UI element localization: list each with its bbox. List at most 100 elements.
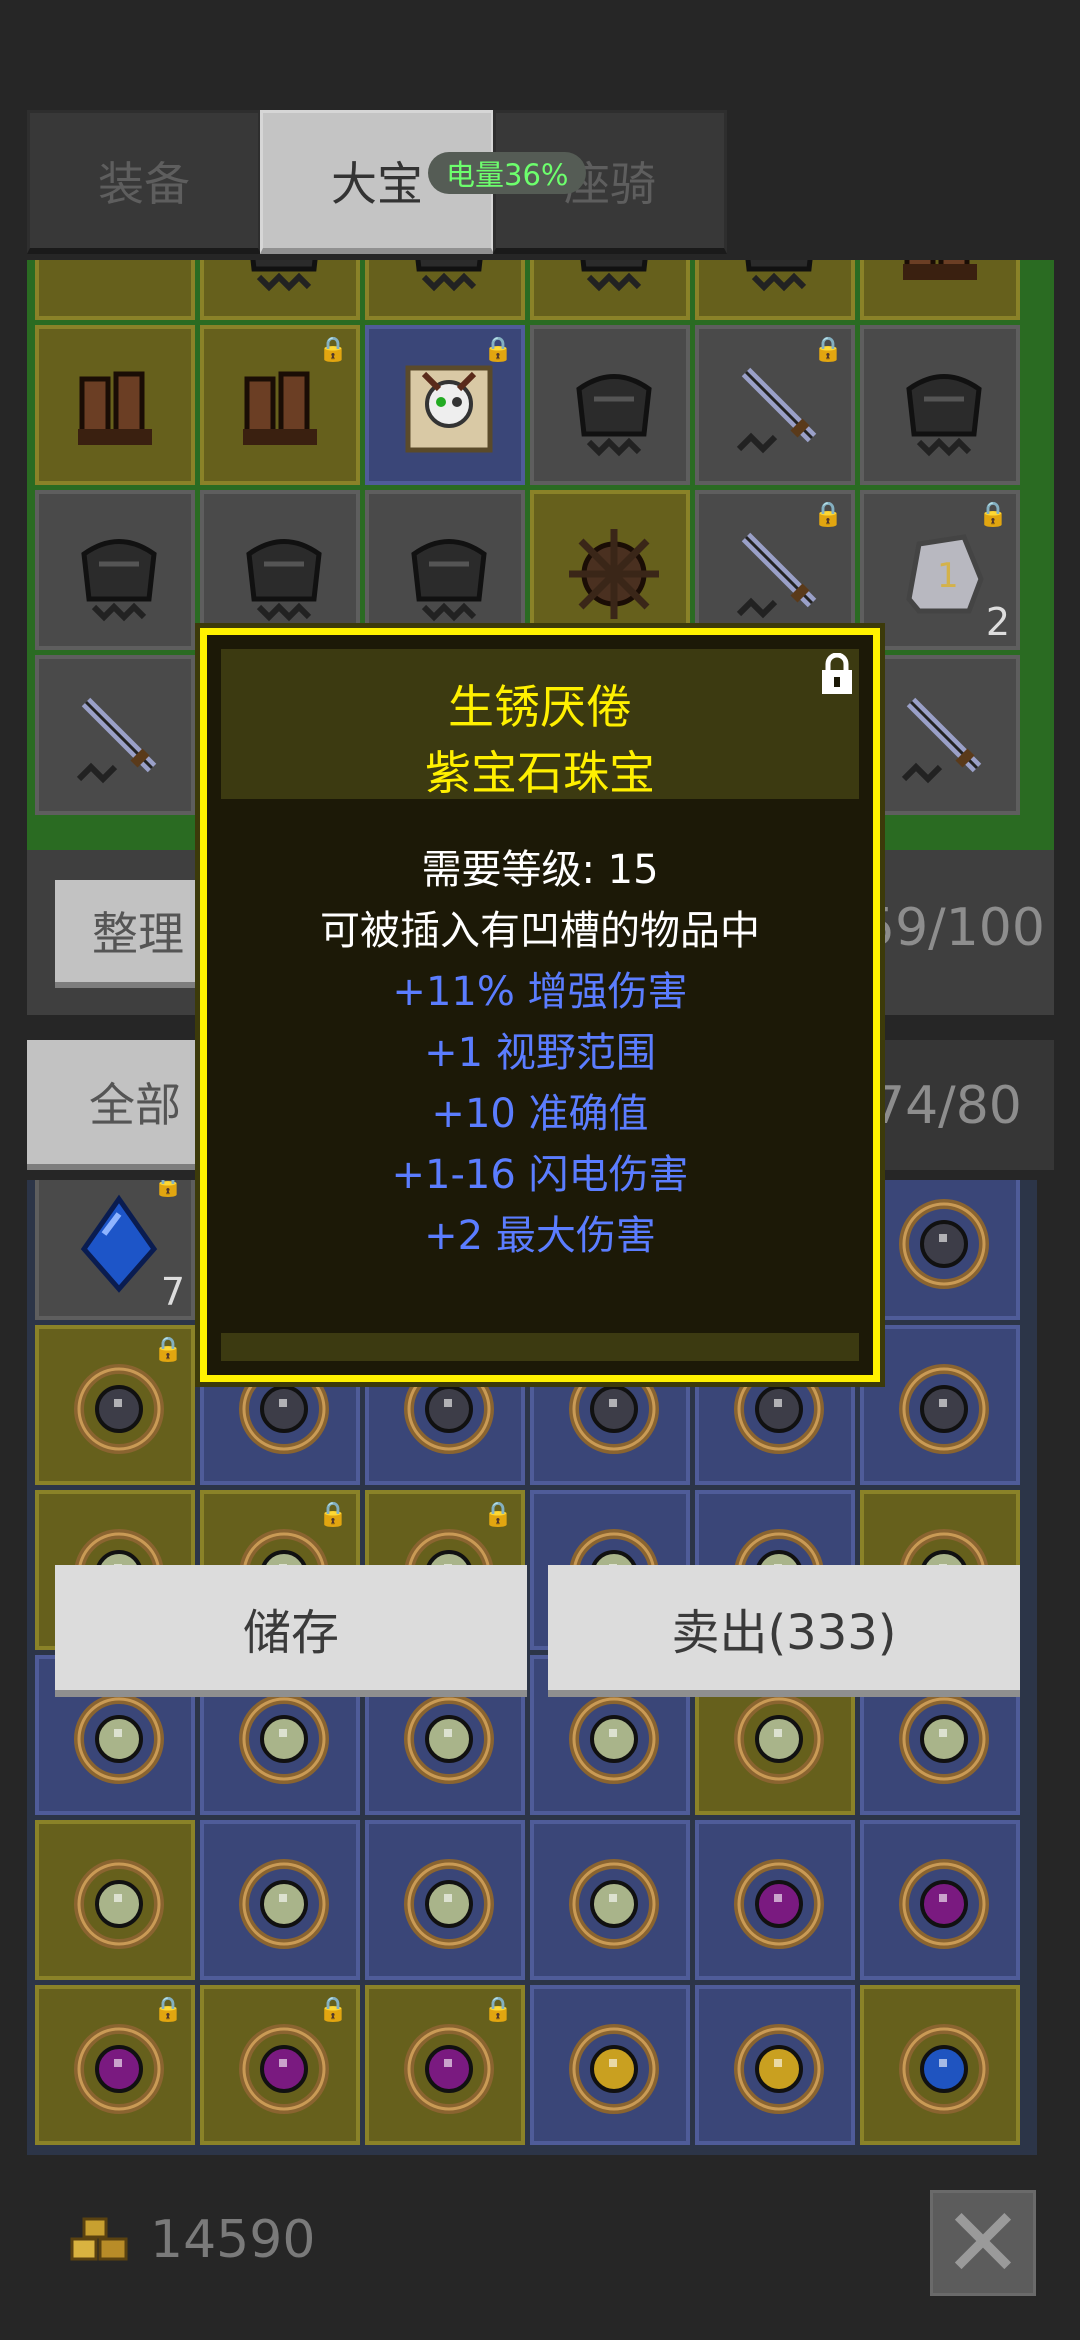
inventory-slot[interactable] <box>200 490 360 650</box>
lock-icon: 🔒 <box>153 1335 183 1363</box>
boots-icon <box>884 260 1004 304</box>
lock-icon: 🔒 <box>153 1180 183 1198</box>
inventory-slot[interactable] <box>860 1820 1020 1980</box>
jewel-blue-icon <box>884 2009 1004 2129</box>
helmet-icon <box>389 514 509 634</box>
lock-icon: 🔒 <box>813 335 843 363</box>
inventory-slot[interactable] <box>860 1180 1020 1320</box>
inventory-slot[interactable] <box>35 490 195 650</box>
tab-equipment[interactable]: 装备 <box>27 110 261 254</box>
inventory-slot[interactable]: 🔒 <box>200 325 360 485</box>
inventory-slot[interactable]: 🔒 <box>35 1325 195 1485</box>
tooltip-footer <box>221 1333 859 1361</box>
inventory-slot[interactable]: 🔒 7 <box>35 1180 195 1320</box>
battery-indicator: 电量36% <box>428 152 587 194</box>
jewel-purple-icon <box>224 2009 344 2129</box>
inventory-slot[interactable] <box>200 260 360 320</box>
lower-capacity-count: 74/80 <box>872 1076 1022 1136</box>
inventory-slot[interactable] <box>860 325 1020 485</box>
lock-icon: 🔒 <box>813 500 843 528</box>
inventory-slot[interactable]: 🔒 <box>35 1985 195 2145</box>
lock-icon[interactable] <box>819 652 855 695</box>
partial-item-icon <box>59 260 179 304</box>
jewel-purple-icon <box>389 2009 509 2129</box>
close-button[interactable]: ✕ <box>930 2187 1036 2299</box>
close-icon: ✕ <box>942 2187 1024 2299</box>
inventory-slot[interactable]: 🔒 <box>695 325 855 485</box>
gold-amount: 14590 <box>150 2210 316 2270</box>
inventory-slot[interactable] <box>695 1985 855 2145</box>
inventory-slot[interactable] <box>530 1820 690 1980</box>
jewel-white-icon <box>554 1844 674 1964</box>
boots-icon <box>59 349 179 469</box>
inventory-slot[interactable] <box>530 1985 690 2145</box>
jewel-gray-icon <box>59 1349 179 1469</box>
jewel-purple-icon <box>884 1844 1004 1964</box>
inventory-slot[interactable] <box>860 260 1020 320</box>
lock-icon: 🔒 <box>318 335 348 363</box>
jewel-white-icon <box>59 1679 179 1799</box>
inventory-slot[interactable]: 🔒 <box>695 490 855 650</box>
spiked-shield-icon <box>554 514 674 634</box>
inventory-slot[interactable] <box>365 1820 525 1980</box>
jewel-white-icon <box>389 1679 509 1799</box>
armor-icon <box>554 260 674 304</box>
stack-count: 7 <box>160 1270 185 1314</box>
item-mod: +2 最大伤害 <box>424 1213 656 1259</box>
jewel-amber-icon <box>719 2009 839 2129</box>
spear-icon <box>884 679 1004 799</box>
inventory-slot[interactable]: 🔒 <box>365 325 525 485</box>
inventory-slot[interactable] <box>530 325 690 485</box>
lock-icon: 🔒 <box>318 1500 348 1528</box>
inventory-slot[interactable]: 🔒 <box>200 1985 360 2145</box>
armor-icon <box>719 260 839 304</box>
upper-capacity-count: 59/100 <box>862 898 1045 958</box>
tooltip-header: 生锈厌倦 紫宝石珠宝 <box>221 649 859 800</box>
store-button[interactable]: 储存 <box>55 1565 527 1697</box>
svg-text:1: 1 <box>937 556 959 596</box>
jewel-white-icon <box>224 1679 344 1799</box>
inventory-slot[interactable] <box>860 1985 1020 2145</box>
inventory-slot[interactable] <box>35 325 195 485</box>
item-mod: +1 视野范围 <box>424 1030 656 1076</box>
jewel-purple-icon <box>59 2009 179 2129</box>
inventory-slot[interactable] <box>35 1820 195 1980</box>
item-mod: +11% 增强伤害 <box>392 969 688 1015</box>
jewel-white-icon <box>884 1679 1004 1799</box>
lock-icon: 🔒 <box>318 1995 348 2023</box>
inventory-slot[interactable] <box>530 490 690 650</box>
jewel-white-icon <box>719 1679 839 1799</box>
inventory-slot[interactable] <box>695 260 855 320</box>
jewel-white-icon <box>59 1844 179 1964</box>
lock-icon: 🔒 <box>483 1500 513 1528</box>
inventory-slot[interactable] <box>365 260 525 320</box>
item-mod: +1-16 闪电伤害 <box>391 1152 689 1198</box>
inventory-slot[interactable] <box>200 1820 360 1980</box>
helmet-icon <box>59 514 179 634</box>
level-requirement: 需要等级: 15 <box>421 847 659 893</box>
inventory-slot[interactable] <box>530 260 690 320</box>
lock-icon: 🔒 <box>978 500 1008 528</box>
jewel-white-icon <box>389 1844 509 1964</box>
jewel-white-icon <box>224 1844 344 1964</box>
inventory-slot[interactable]: 1 🔒 2 <box>860 490 1020 650</box>
sword-icon <box>719 514 839 634</box>
inventory-slot[interactable] <box>365 490 525 650</box>
inventory-slot[interactable] <box>695 1820 855 1980</box>
inventory-slot[interactable] <box>35 260 195 320</box>
inventory-slot[interactable] <box>35 655 195 815</box>
item-name: 生锈厌倦 <box>448 680 632 734</box>
inventory-slot[interactable]: 🔒 <box>365 1985 525 2145</box>
lock-icon: 🔒 <box>483 1995 513 2023</box>
jewel-amber-icon <box>554 2009 674 2129</box>
gold-icon <box>68 2215 134 2267</box>
helmet-icon <box>554 349 674 469</box>
inventory-slot[interactable] <box>860 1325 1020 1485</box>
jewel-white-icon <box>554 1679 674 1799</box>
sword-icon <box>719 349 839 469</box>
inventory-slot[interactable] <box>860 655 1020 815</box>
skull-map-icon <box>389 349 509 469</box>
sell-button[interactable]: 卖出(333) <box>548 1565 1020 1697</box>
spear-icon <box>59 679 179 799</box>
socket-note: 可被插入有凹槽的物品中 <box>320 908 760 954</box>
